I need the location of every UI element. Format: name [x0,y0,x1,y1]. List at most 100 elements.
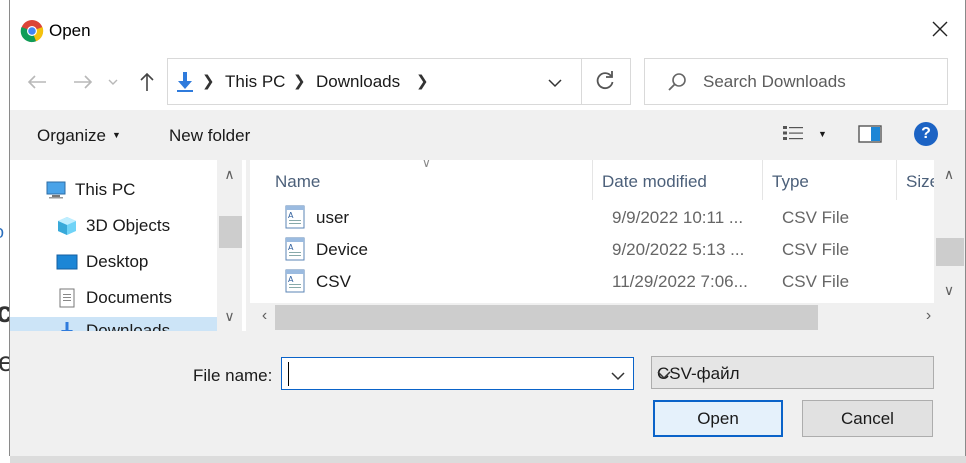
cube-icon [56,216,78,236]
navigation-pane: This PC 3D Objects Desktop Documents Dow… [10,160,246,331]
downloads-icon [56,321,78,331]
nav-item-3d-objects[interactable]: 3D Objects [56,212,170,240]
address-divider [581,59,582,104]
breadcrumb-downloads[interactable]: Downloads [316,72,400,92]
scroll-up-icon[interactable]: ∧ [217,166,242,183]
arrow-up-icon [140,72,154,91]
file-name-combobox[interactable] [281,357,634,390]
help-button[interactable]: ? [914,122,938,146]
close-button[interactable] [925,14,955,44]
refresh-icon [596,71,614,90]
close-icon [932,21,948,37]
nav-item-label: Desktop [86,252,149,271]
forward-button[interactable] [70,69,96,95]
new-folder-button[interactable]: New folder [169,126,250,146]
file-name: user [316,208,350,227]
navigation-bar: ❯ This PC ❯ Downloads ❯ [10,55,965,110]
address-dropdown-button[interactable] [548,73,562,93]
scroll-down-icon[interactable]: ∨ [217,308,242,325]
nav-item-label: Downloads [86,321,171,331]
csv-file-icon: A [284,237,306,266]
nav-item-label: 3D Objects [86,216,171,235]
dialog-footer: File name: CSV-файл Open Cancel [10,331,965,456]
file-row[interactable]: A Device 9/20/2022 5:13 ... CSV File [270,235,910,265]
csv-file-icon: A [284,205,306,234]
filter-dropdown-button[interactable] [657,365,925,385]
open-button[interactable]: Open [653,400,783,437]
csv-file-icon: A [284,269,306,298]
chevron-right-icon: ❯ [416,73,429,90]
breadcrumb-this-pc[interactable]: This PC [225,72,285,92]
scroll-down-icon[interactable]: ∨ [934,282,964,299]
scroll-up-icon[interactable]: ∧ [934,166,964,183]
file-list-vertical-scrollbar[interactable]: ∧ ∨ [934,160,964,303]
search-icon [667,72,687,97]
up-button[interactable] [134,69,160,95]
scrollbar-thumb[interactable] [275,305,818,330]
file-name-label: File name: [193,366,273,385]
desktop-icon [56,252,78,272]
column-header-date[interactable]: Date modified [602,172,707,192]
organize-label: Organize [37,126,106,145]
command-bar: Organize ▼ New folder ▼ ? [10,110,965,160]
chevron-right-icon: ❯ [202,73,215,90]
file-type: CSV File [782,240,850,259]
background-text: o [0,222,4,243]
file-name: Device [316,240,368,259]
change-view-button[interactable] [782,124,804,147]
file-name-input[interactable] [288,362,598,386]
arrow-right-icon [74,75,93,89]
dialog-title: Open [49,21,91,40]
scroll-left-icon[interactable]: ‹ [252,307,277,325]
nav-item-documents[interactable]: Documents [56,284,172,312]
search-box[interactable] [644,58,948,105]
column-header-type[interactable]: Type [772,172,809,192]
view-options-button[interactable]: ▼ [818,129,827,139]
open-dialog: Open ❯ This PC ❯ Downloads ❯ Search Down… [9,0,966,456]
scrollbar-thumb[interactable] [219,216,242,248]
back-button[interactable] [24,69,50,95]
file-type: CSV File [782,208,850,227]
chevron-down-icon [108,79,118,85]
search-input[interactable] [703,68,933,96]
organize-button[interactable]: Organize ▼ [37,126,121,146]
file-list-horizontal-scrollbar[interactable]: ‹ › [250,303,964,331]
file-row[interactable]: A user 9/9/2022 10:11 ... CSV File [270,203,910,233]
computer-icon [45,180,67,200]
recent-locations-button[interactable] [106,69,120,95]
scroll-right-icon[interactable]: › [916,307,941,325]
sort-caret-icon: ∨ [422,160,431,170]
help-icon: ? [921,125,931,142]
column-divider [896,160,897,200]
svg-text:A: A [288,211,294,220]
file-date: 9/9/2022 10:11 ... [612,208,744,227]
file-date: 9/20/2022 5:13 ... [612,240,745,259]
file-row[interactable]: A CSV 11/29/2022 7:06... CSV File [270,267,910,297]
address-bar[interactable]: ❯ This PC ❯ Downloads ❯ [167,58,631,105]
cancel-button[interactable]: Cancel [802,400,933,437]
file-name: CSV [316,272,351,291]
preview-pane-button[interactable] [858,124,882,149]
chrome-icon [20,19,44,43]
arrow-left-icon [27,75,46,89]
file-type-filter[interactable]: CSV-файл [651,356,934,389]
nav-item-label: This PC [75,180,136,199]
nav-item-this-pc[interactable]: This PC [45,176,135,204]
column-divider [592,160,593,200]
downloads-arrow-icon [176,71,194,98]
svg-text:A: A [288,243,294,252]
documents-icon [56,288,78,308]
file-type: CSV File [782,272,850,291]
details-view-icon [783,126,803,140]
nav-item-desktop[interactable]: Desktop [56,248,148,276]
chevron-down-icon [657,371,671,380]
preview-pane-icon [858,125,882,143]
nav-item-label: Documents [86,288,172,307]
column-divider [762,160,763,200]
file-name-dropdown-button[interactable] [611,366,625,386]
column-header-name[interactable]: Name [275,172,320,192]
scrollbar-thumb[interactable] [936,238,964,266]
nav-item-downloads[interactable]: Downloads [10,317,217,331]
navigation-pane-scrollbar[interactable]: ∧ ∨ [217,160,242,331]
refresh-button[interactable] [594,70,616,97]
